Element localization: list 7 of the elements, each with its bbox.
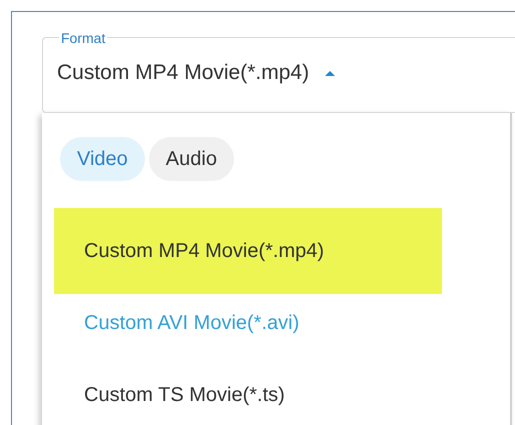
format-tab[interactable]: Audio <box>148 137 234 181</box>
format-option[interactable]: Custom MP4 Movie(*.mp4) <box>54 208 442 294</box>
format-option[interactable]: Custom TS Movie(*.ts) <box>54 352 442 425</box>
caret-up-icon <box>325 70 336 76</box>
format-tab[interactable]: Video <box>60 137 145 181</box>
field-label: Format <box>59 30 108 46</box>
field-value: Custom MP4 Movie(*.mp4) <box>57 60 310 86</box>
